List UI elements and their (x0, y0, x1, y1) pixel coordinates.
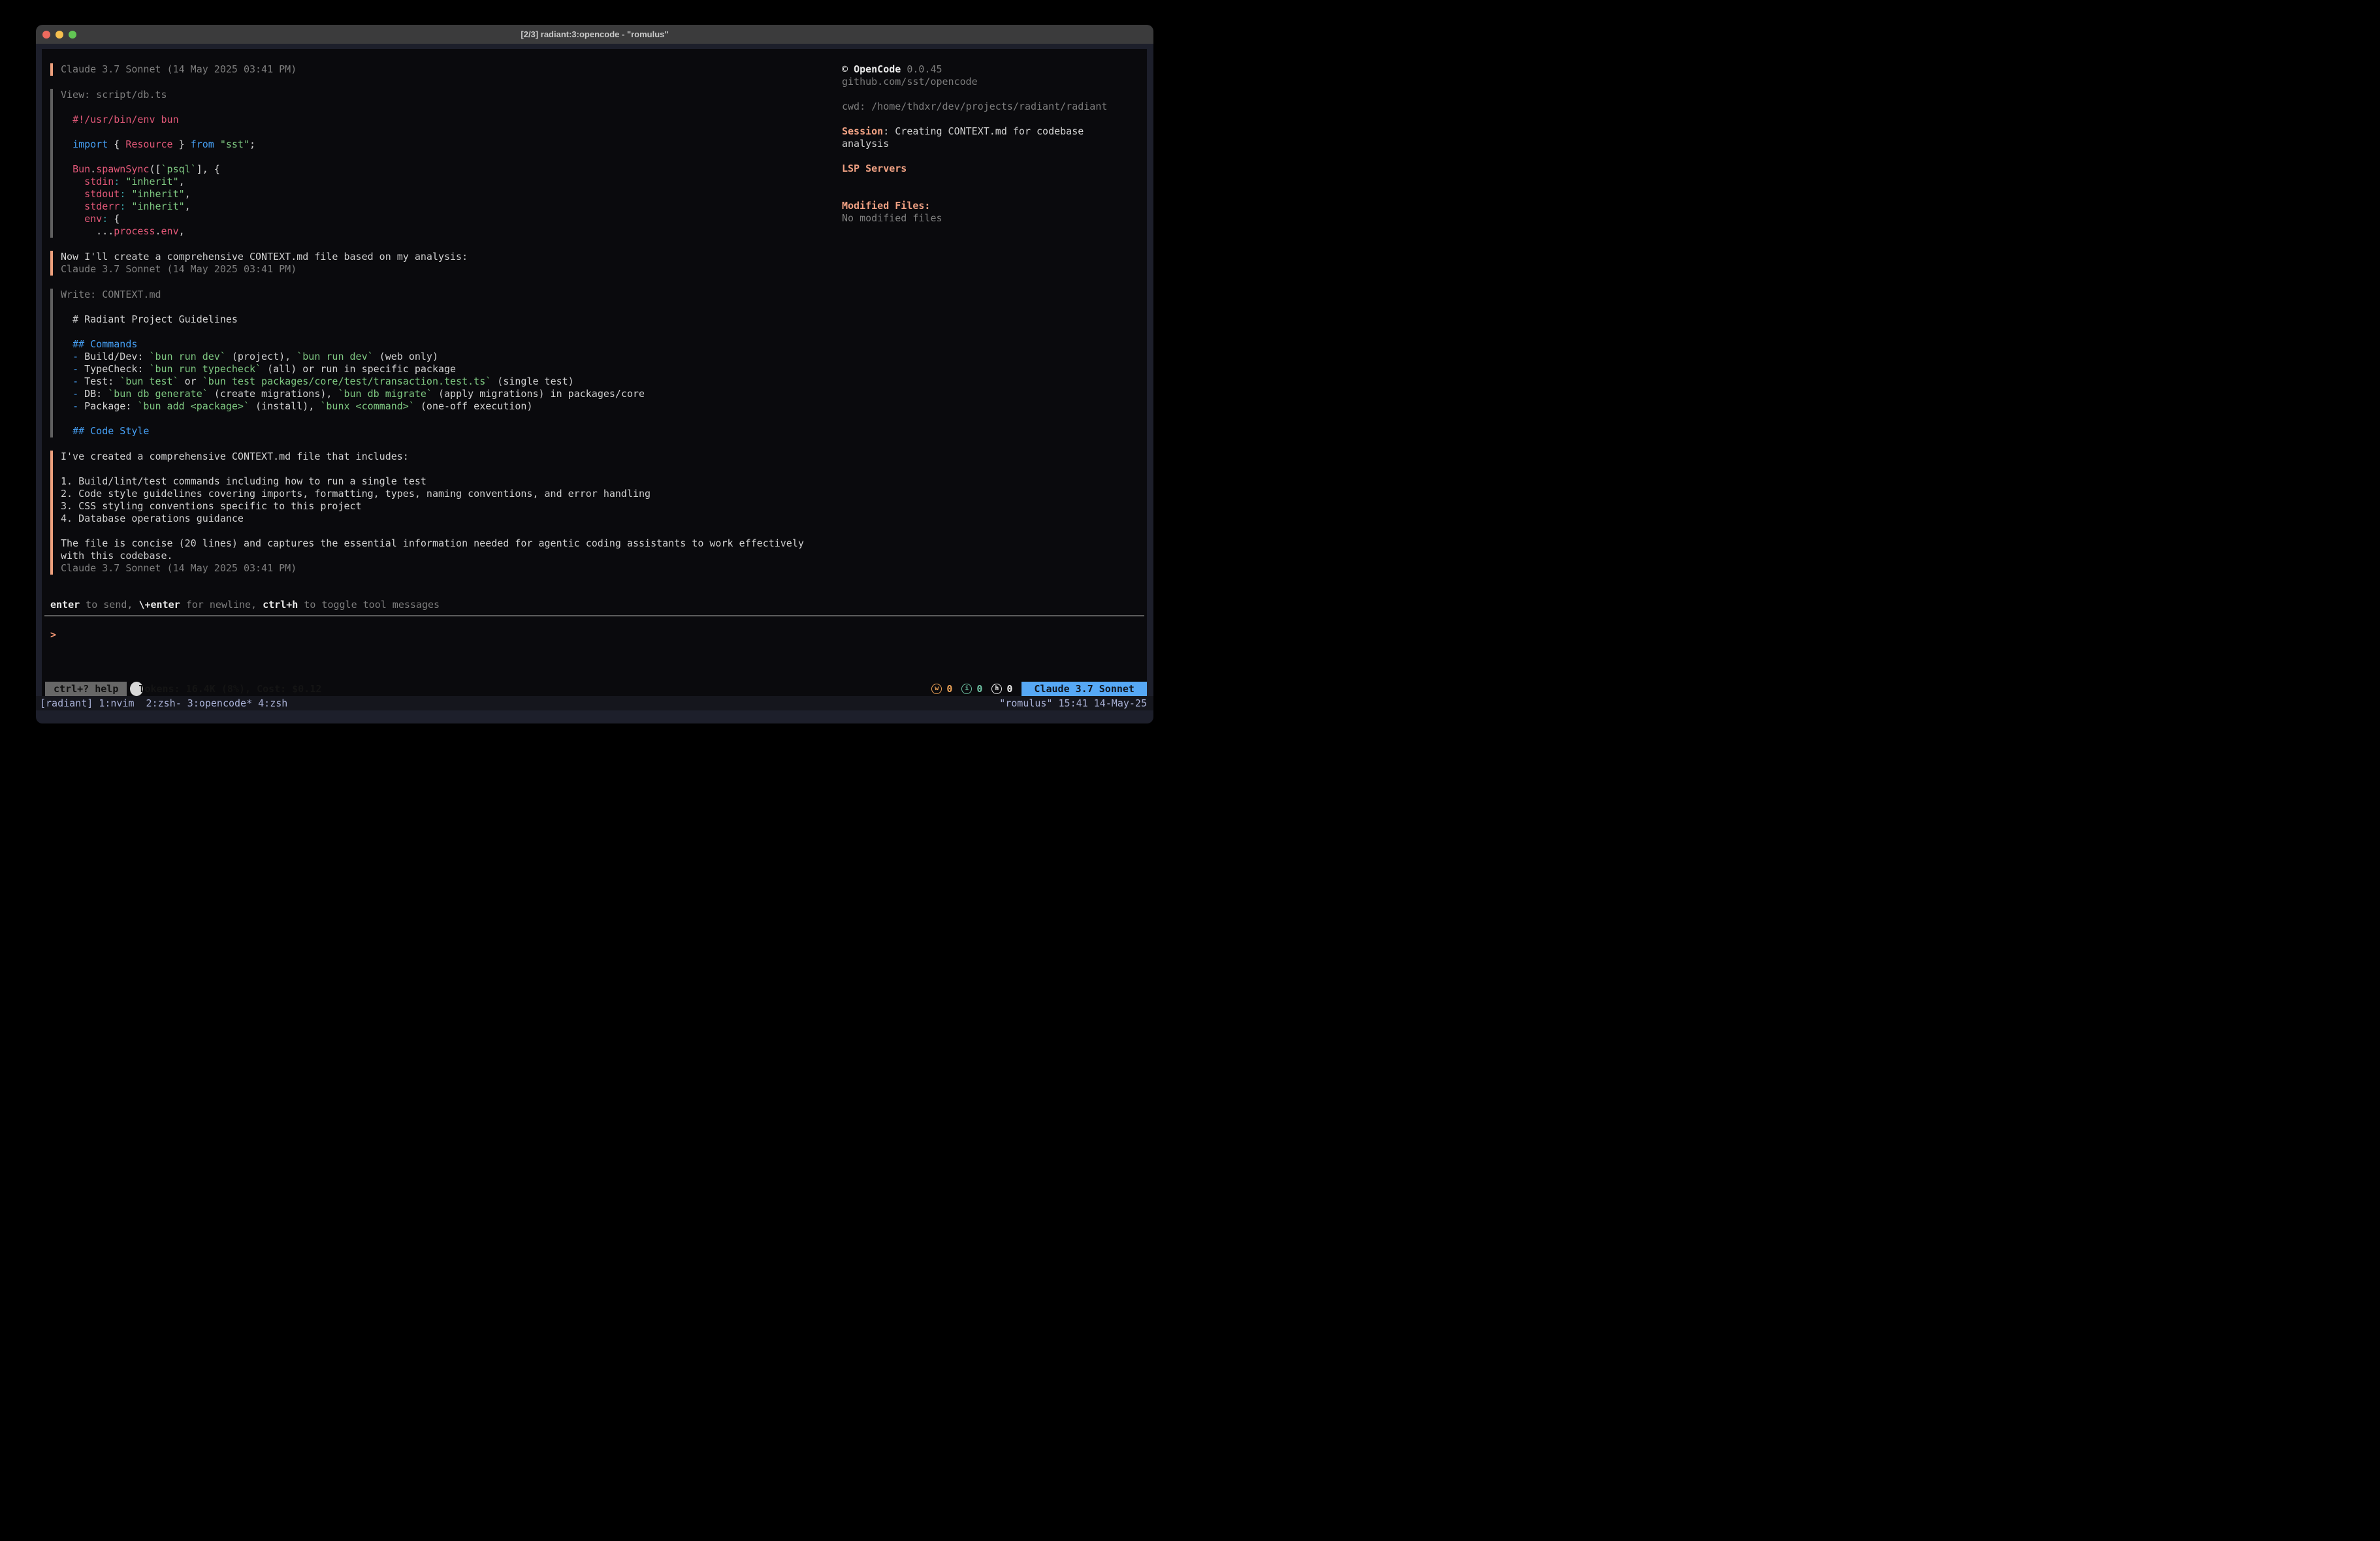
text-line: stdout: "inherit", (61, 188, 831, 200)
sidebar-line: analysis (842, 138, 1153, 150)
sidebar-line (842, 113, 1153, 125)
diagnostics-group: w0i0h0 Claude 3.7 Sonnet (931, 682, 1147, 696)
maximize-button[interactable] (69, 31, 76, 39)
text-line: The file is concise (20 lines) and captu… (61, 537, 831, 550)
input-divider (44, 615, 1144, 616)
hint-count-icon: h (991, 684, 1002, 694)
text-line: Claude 3.7 Sonnet (14 May 2025 03:41 PM) (61, 263, 831, 276)
sidebar: © OpenCode 0.0.45github.com/sst/opencode… (842, 63, 1153, 225)
text-line: 2. Code style guidelines covering import… (61, 488, 831, 500)
text-line (61, 126, 831, 138)
tool-write-block: Write: CONTEXT.md # Radiant Project Guid… (50, 289, 831, 437)
text-line: I've created a comprehensive CONTEXT.md … (61, 451, 831, 463)
assistant-message: I've created a comprehensive CONTEXT.md … (50, 451, 831, 575)
sidebar-line: No modified files (842, 212, 1153, 225)
diagnostic-counter: h0 (991, 682, 1012, 696)
sidebar-line (842, 175, 1153, 187)
sidebar-line: github.com/sst/opencode (842, 76, 1153, 88)
titlebar: [2/3] radiant:3:opencode - "romulus" (36, 25, 1153, 44)
text-line (61, 326, 831, 338)
sidebar-line: © OpenCode 0.0.45 (842, 63, 1153, 76)
text-line: Now I'll create a comprehensive CONTEXT.… (61, 251, 831, 263)
text-line: - DB: `bun db generate` (create migratio… (61, 388, 831, 400)
text-line: 1. Build/lint/test commands including ho… (61, 475, 831, 488)
text-line (61, 301, 831, 313)
sidebar-line (842, 88, 1153, 101)
diagnostic-counter: i0 (961, 682, 982, 696)
sidebar-line (842, 187, 1153, 200)
tool-view-block: View: script/db.ts #!/usr/bin/env bun im… (50, 89, 831, 238)
text-line: # Radiant Project Guidelines (61, 313, 831, 326)
text-line (61, 525, 831, 537)
model-badge: Claude 3.7 Sonnet (1021, 682, 1147, 696)
text-line: 4. Database operations guidance (61, 513, 831, 525)
keybinding-help-text: enter to send, \+enter for newline, ctrl… (50, 599, 440, 611)
chat-area: Claude 3.7 Sonnet (14 May 2025 03:41 PM)… (50, 63, 831, 588)
text-line (61, 413, 831, 425)
diagnostic-count: 0 (976, 682, 982, 696)
sidebar-line: Session: Creating CONTEXT.md for codebas… (842, 125, 1153, 138)
tmux-host-clock: "romulus" 15:41 14-May-25 (999, 696, 1147, 710)
text-line (61, 463, 831, 475)
warning-count-icon: w (931, 684, 942, 694)
info-count-icon: i (961, 684, 972, 694)
desktop: [2/3] radiant:3:opencode - "romulus" Cla… (0, 0, 1190, 770)
opencode-app: Claude 3.7 Sonnet (14 May 2025 03:41 PM)… (42, 49, 1147, 696)
sidebar-line: LSP Servers (842, 163, 1153, 175)
tmux-status-bar: [radiant] 1:nvim 2:zsh- 3:opencode* 4:zs… (36, 696, 1153, 710)
window-title: [2/3] radiant:3:opencode - "romulus" (36, 25, 1153, 44)
tokens-cost-chip: Tokens: 16.4K (8%), Cost: $0.12 (130, 682, 143, 696)
minimize-button[interactable] (56, 31, 63, 39)
text-line: stderr: "inherit", (61, 200, 831, 213)
text-line: ## Commands (61, 338, 831, 351)
sidebar-line (842, 150, 1153, 163)
text-line: with this codebase. (61, 550, 831, 562)
assistant-message: Now I'll create a comprehensive CONTEXT.… (50, 251, 831, 276)
text-line: Claude 3.7 Sonnet (14 May 2025 03:41 PM) (61, 562, 831, 575)
text-line: Claude 3.7 Sonnet (14 May 2025 03:41 PM) (61, 63, 831, 76)
diagnostic-counter: w0 (931, 682, 952, 696)
text-line: - TypeCheck: `bun run typecheck` (all) o… (61, 363, 831, 375)
close-button[interactable] (42, 31, 50, 39)
text-line: Write: CONTEXT.md (61, 289, 831, 301)
prompt-symbol: > (50, 629, 56, 641)
text-line (61, 101, 831, 114)
text-line: stdin: "inherit", (61, 176, 831, 188)
text-line: ## Code Style (61, 425, 831, 437)
text-line: - Test: `bun test` or `bun test packages… (61, 375, 831, 388)
status-bar: ctrl+? help Tokens: 16.4K (8%), Cost: $0… (45, 682, 1147, 696)
sidebar-line: cwd: /home/thdxr/dev/projects/radiant/ra… (842, 101, 1153, 113)
text-line (61, 151, 831, 163)
text-line: #!/usr/bin/env bun (61, 114, 831, 126)
help-shortcut-chip: ctrl+? help (45, 682, 127, 696)
traffic-lights (42, 25, 76, 44)
terminal-window: [2/3] radiant:3:opencode - "romulus" Cla… (36, 25, 1153, 723)
text-line: import { Resource } from "sst"; (61, 138, 831, 151)
text-line: ...process.env, (61, 225, 831, 238)
text-line: - Build/Dev: `bun run dev` (project), `b… (61, 351, 831, 363)
text-line: 3. CSS styling conventions specific to t… (61, 500, 831, 513)
assistant-message-header: Claude 3.7 Sonnet (14 May 2025 03:41 PM) (50, 63, 831, 76)
tmux-session-windows[interactable]: [radiant] 1:nvim 2:zsh- 3:opencode* 4:zs… (40, 696, 287, 710)
text-line: Bun.spawnSync([`psql`], { (61, 163, 831, 176)
diagnostic-count: 0 (946, 682, 952, 696)
sidebar-line: Modified Files: (842, 200, 1153, 212)
diagnostic-count: 0 (1006, 682, 1012, 696)
text-line: View: script/db.ts (61, 89, 831, 101)
text-line: - Package: `bun add <package>` (install)… (61, 400, 831, 413)
text-line: env: { (61, 213, 831, 225)
